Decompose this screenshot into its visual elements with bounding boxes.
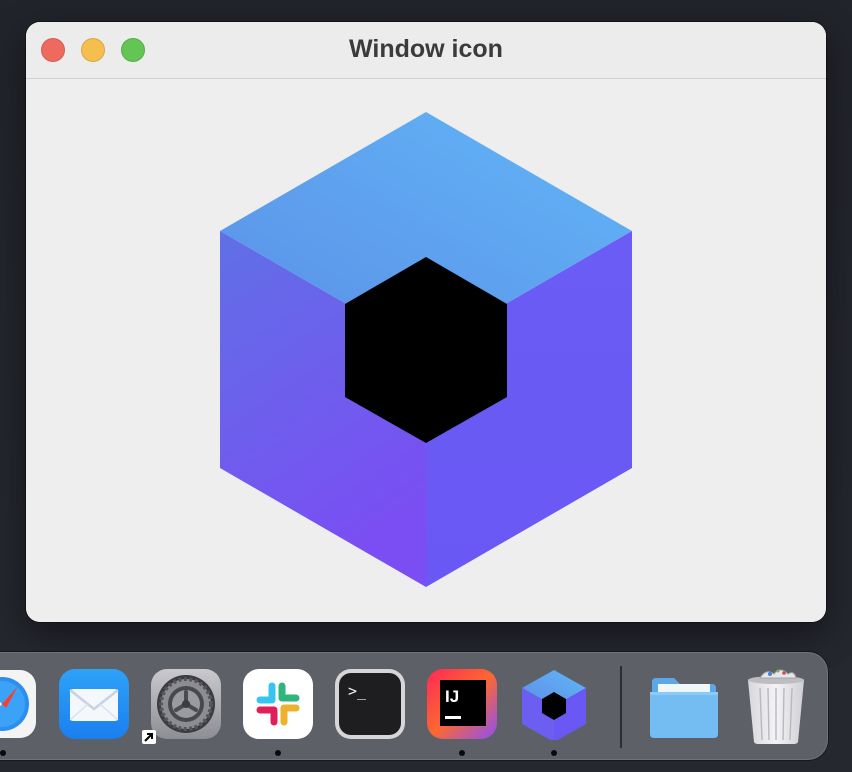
- intellij-running-indicator: [459, 750, 465, 756]
- window-content: [26, 79, 826, 622]
- terminal-icon[interactable]: >_: [334, 668, 406, 740]
- dock-separator: [620, 666, 622, 748]
- intellij-idea-icon[interactable]: IJ: [426, 668, 498, 740]
- downloads-folder-icon[interactable]: [648, 668, 720, 740]
- safari-running-indicator: [0, 750, 6, 756]
- cube-app-icon[interactable]: [518, 668, 590, 742]
- safari-icon[interactable]: [0, 668, 38, 740]
- cube-app-running-indicator: [551, 750, 557, 756]
- window-title: Window icon: [349, 35, 503, 63]
- cube-logo-icon: [220, 112, 632, 587]
- app-window: Window icon: [26, 22, 826, 622]
- terminal-prompt-text: >_: [348, 682, 367, 700]
- mail-icon[interactable]: [58, 668, 130, 740]
- slack-running-indicator: [275, 750, 281, 756]
- title-bar[interactable]: Window icon: [26, 22, 826, 79]
- alias-arrow-icon: [142, 730, 156, 744]
- slack-icon[interactable]: [242, 668, 314, 740]
- trash-icon[interactable]: [740, 668, 812, 744]
- desktop: Window icon >_ IJ: [0, 0, 852, 772]
- intellij-label: IJ: [445, 687, 459, 706]
- system-preferences-icon[interactable]: [150, 668, 222, 740]
